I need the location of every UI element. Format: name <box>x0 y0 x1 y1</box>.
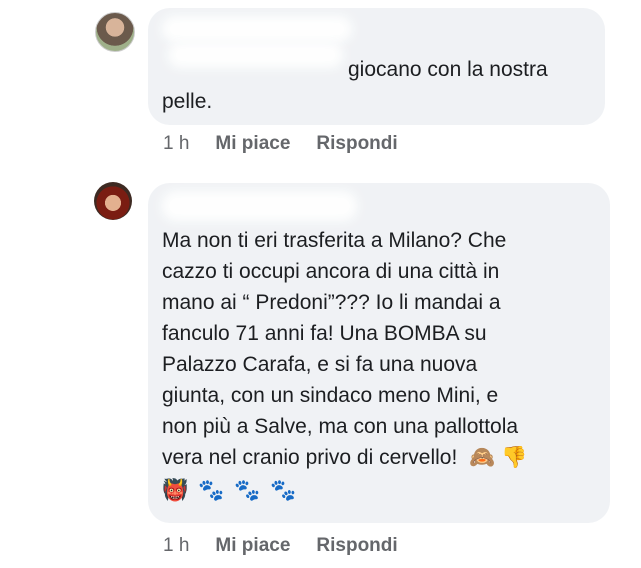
avatar[interactable] <box>95 12 135 52</box>
comment-bubble: Ma non ti eri trasferita a Milano? Che c… <box>148 183 610 523</box>
comment-timestamp: 1 h <box>163 133 190 154</box>
paw-prints-icon: 🐾 <box>270 478 297 502</box>
comment-text-fragment: vera nel cranio privo di cervello! <box>162 446 458 469</box>
text-redacted <box>168 42 343 68</box>
comment-text-line: Ma non ti eri trasferita a Milano? Che <box>162 229 507 252</box>
reply-link[interactable]: Rispondi <box>316 133 397 155</box>
paw-prints-icon: 🐾 <box>198 478 225 502</box>
author-name-redacted <box>162 191 357 221</box>
comment-text-line: Palazzo Carafa, e si fa una nuova <box>162 353 478 376</box>
ogre-icon: 👹 <box>162 478 189 502</box>
see-no-evil-monkey-icon: 🙈 <box>469 445 496 469</box>
paw-prints-icon: 🐾 <box>234 478 261 502</box>
comment-text-line: cazzo ti occupi ancora di una città in <box>162 260 500 283</box>
comment-actions: 1 h Mi piace Rispondi <box>163 535 398 557</box>
comment-text: Ma non ti eri trasferita a Milano? Che c… <box>162 225 527 506</box>
comment-timestamp: 1 h <box>163 535 190 556</box>
comment-text-line: giunta, con un sindaco meno Mini, e <box>162 384 499 407</box>
comment-actions: 1 h Mi piace Rispondi <box>163 133 398 155</box>
emoji-line: 👹 🐾 🐾 🐾 <box>162 475 527 506</box>
thumbs-down-icon: 👎 <box>501 445 528 469</box>
comment-bubble: giocano con la nostra pelle. <box>148 8 605 125</box>
reply-link[interactable]: Rispondi <box>316 535 397 557</box>
comment-text-line: vera nel cranio privo di cervello! 🙈 👎 <box>162 442 527 473</box>
comment-text-line: giocano con la nostra <box>348 58 548 81</box>
avatar[interactable] <box>94 182 132 220</box>
like-link[interactable]: Mi piace <box>215 133 290 155</box>
comment-text-line: fanculo 71 anni fa! Una BOMBA su <box>162 322 487 345</box>
like-link[interactable]: Mi piace <box>215 535 290 557</box>
author-name-redacted <box>162 16 352 42</box>
comment-text-line: mano ai “ Predoni”??? Io li mandai a <box>162 291 501 314</box>
comment-text-line: pelle. <box>162 90 213 113</box>
comment-text-line: non più a Salve, ma con una pallottola <box>162 415 519 438</box>
